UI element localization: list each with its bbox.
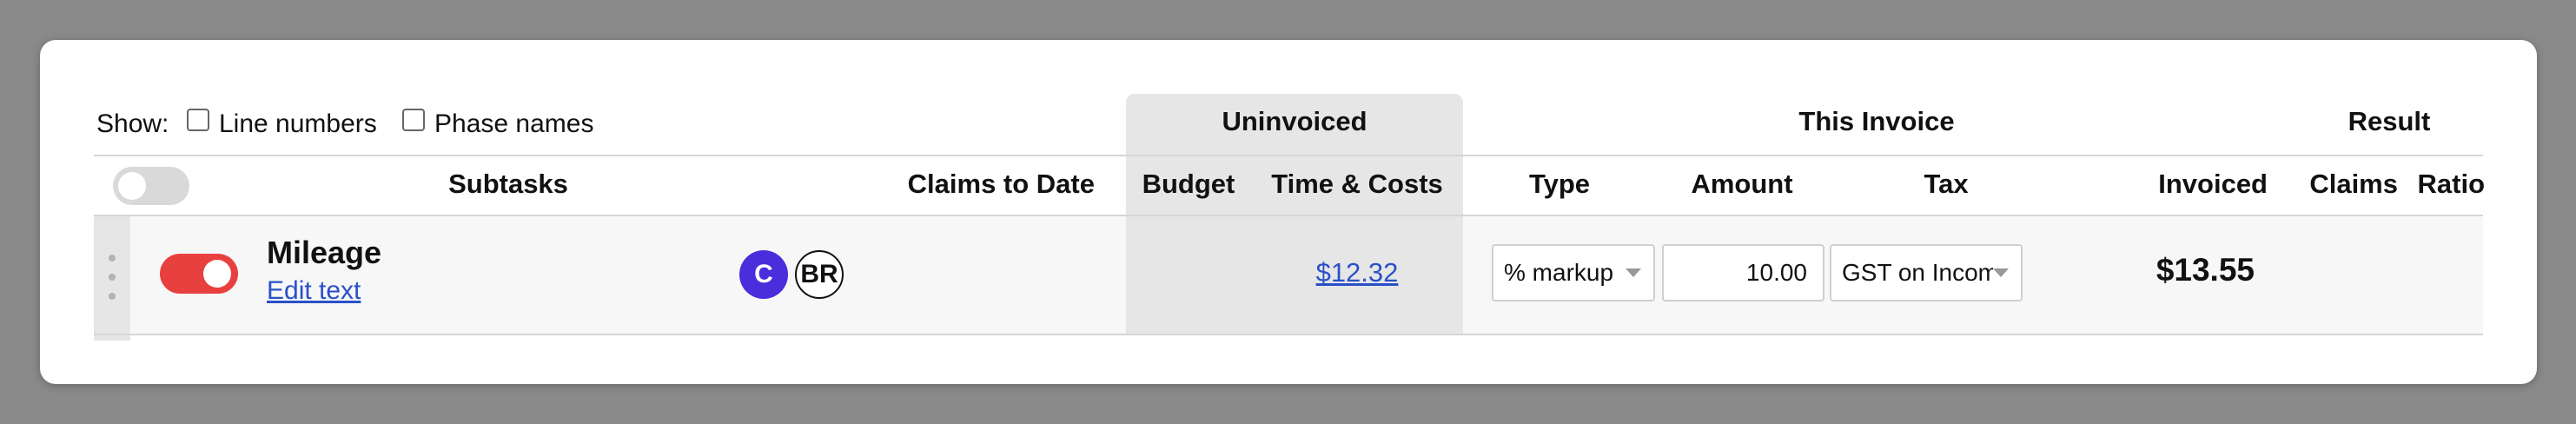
- uninvoiced-group-header: Uninvoiced: [1222, 106, 1367, 136]
- amount-input-value: 10.00: [1745, 259, 1807, 286]
- column-header-claims-to-date: Claims to Date: [907, 169, 1095, 199]
- edit-text-link[interactable]: Edit text: [267, 276, 361, 306]
- column-header-tax: Tax: [1924, 169, 1969, 199]
- row-include-toggle-knob: [203, 260, 231, 288]
- select-all-toggle[interactable]: [113, 167, 189, 205]
- select-all-toggle-knob: [118, 172, 146, 200]
- tax-select[interactable]: GST on Income: [1830, 244, 2023, 301]
- drag-handle-dot: [109, 274, 116, 281]
- avatar[interactable]: C: [739, 250, 788, 299]
- tax-select-value: GST on Income: [1842, 259, 1993, 286]
- phase-names-label: Phase names: [434, 109, 594, 138]
- column-header-subtasks: Subtasks: [448, 169, 568, 199]
- column-header-budget: Budget: [1142, 169, 1235, 199]
- invoiced-amount: $13.55: [2155, 252, 2255, 288]
- column-header-ratio: Ratio: [2417, 169, 2486, 199]
- type-select[interactable]: % markup: [1492, 244, 1655, 301]
- chevron-down-icon: [1993, 268, 2009, 277]
- header-divider-top: [94, 155, 2483, 156]
- show-label: Show:: [96, 109, 169, 138]
- amount-input[interactable]: 10.00: [1662, 244, 1824, 301]
- column-header-amount: Amount: [1691, 169, 1793, 199]
- column-header-claims: Claims: [2309, 169, 2398, 199]
- result-group-header: Result: [2348, 106, 2431, 136]
- line-numbers-checkbox[interactable]: [187, 109, 209, 131]
- row-divider: [94, 334, 2483, 335]
- line-numbers-label: Line numbers: [219, 109, 377, 138]
- row-include-toggle[interactable]: [160, 254, 238, 294]
- column-header-time-costs: Time & Costs: [1271, 169, 1443, 199]
- avatar[interactable]: BR: [795, 250, 844, 299]
- time-costs-link[interactable]: $12.32: [1251, 257, 1463, 288]
- column-header-invoiced: Invoiced: [2158, 169, 2268, 199]
- drag-handle[interactable]: [94, 216, 130, 341]
- phase-names-checkbox[interactable]: [402, 109, 425, 131]
- drag-handle-dot: [109, 293, 116, 300]
- this-invoice-group-header: This Invoice: [1798, 106, 1955, 136]
- subtask-name: Mileage: [267, 235, 382, 270]
- type-select-value: % markup: [1504, 259, 1614, 286]
- column-header-type: Type: [1528, 169, 1591, 199]
- chevron-down-icon: [1626, 268, 1641, 277]
- drag-handle-dot: [109, 255, 116, 262]
